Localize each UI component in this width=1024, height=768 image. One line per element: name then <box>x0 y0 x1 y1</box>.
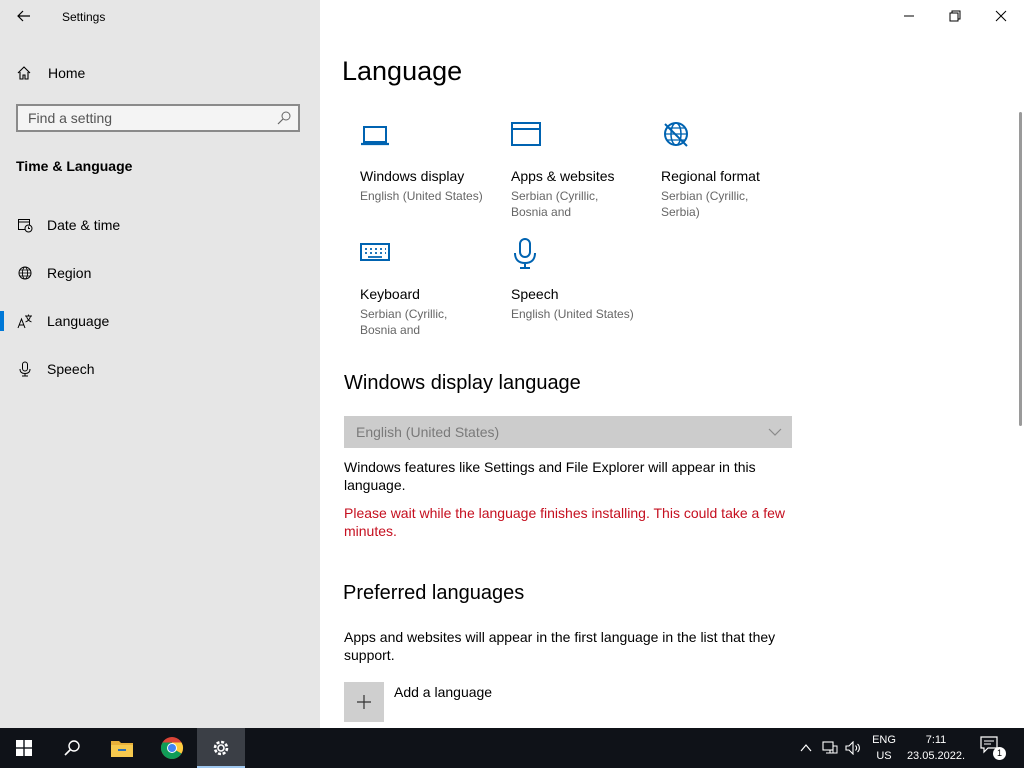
back-button[interactable] <box>12 6 36 26</box>
globe-format-icon <box>664 122 688 147</box>
tile-name: Regional format <box>661 168 760 184</box>
settings-icon <box>213 740 229 756</box>
sidebar-item-label: Speech <box>47 361 95 377</box>
browser-window-icon <box>511 122 541 146</box>
restore-button[interactable] <box>932 0 978 32</box>
network-icon <box>822 741 838 754</box>
display-language-heading: Windows display language <box>344 372 581 394</box>
start-button[interactable] <box>0 728 48 768</box>
input-language-code: ENG <box>872 734 896 746</box>
notification-count-badge: 1 <box>993 747 1006 760</box>
volume-icon <box>845 741 860 755</box>
sidebar-item-region[interactable]: Region <box>0 253 320 293</box>
tile-name: Windows display <box>360 168 465 184</box>
search-icon <box>277 111 291 125</box>
minimize-icon <box>904 15 914 17</box>
tile-name: Keyboard <box>360 286 420 302</box>
display-language-dropdown[interactable]: English (United States) <box>344 416 792 448</box>
display-language-info: Windows features like Settings and File … <box>344 459 756 493</box>
tile-keyboard[interactable]: Keyboard Serbian (Cyrillic, Bosnia and <box>360 238 500 338</box>
tile-apps-websites[interactable]: Apps & websites Serbian (Cyrillic, Bosni… <box>511 120 651 220</box>
start-icon <box>16 740 32 756</box>
close-button[interactable] <box>978 0 1024 32</box>
taskbar-chrome[interactable] <box>148 728 196 768</box>
plus-icon <box>357 695 371 709</box>
chevron-down-icon <box>768 428 782 436</box>
tile-name: Speech <box>511 286 559 302</box>
tile-description: Serbian (Cyrillic, Serbia) <box>661 189 749 219</box>
active-indicator <box>0 311 4 331</box>
dropdown-value: English (United States) <box>356 424 500 440</box>
taskbar: ENG US 7:11 23.05.2022. 1 <box>0 728 1024 768</box>
clock-date: 23.05.2022. <box>906 750 966 762</box>
tile-description: English (United States) <box>511 307 634 321</box>
input-language-region: US <box>876 750 892 762</box>
section-title: Time & Language <box>16 158 133 174</box>
tile-name: Apps & websites <box>511 168 615 184</box>
sidebar: Settings Home Time & Language Date & tim… <box>0 0 320 728</box>
home-nav-item[interactable]: Home <box>16 62 85 84</box>
sidebar-item-date-time[interactable]: Date & time <box>0 205 320 245</box>
add-language-button[interactable] <box>344 682 384 722</box>
clock[interactable]: 7:11 23.05.2022. <box>902 732 970 764</box>
keyboard-icon <box>360 243 390 261</box>
sidebar-item-label: Date & time <box>47 217 121 233</box>
sidebar-item-speech[interactable]: Speech <box>0 349 320 389</box>
arrow-left-icon <box>17 10 30 22</box>
globe-icon <box>16 265 34 281</box>
action-center-button[interactable]: 1 <box>980 736 1006 760</box>
clock-time: 7:11 <box>925 734 947 746</box>
page-title: Language <box>342 56 463 86</box>
network-button[interactable] <box>820 728 840 768</box>
tile-description: English (United States) <box>360 189 483 203</box>
install-warning: Please wait while the language finishes … <box>344 505 785 539</box>
microphone-icon <box>514 238 536 269</box>
tile-speech[interactable]: Speech English (United States) <box>511 238 651 322</box>
input-language-indicator[interactable]: ENG US <box>866 732 902 764</box>
preferred-languages-heading: Preferred languages <box>343 582 525 604</box>
language-icon <box>16 313 34 329</box>
tile-description: Serbian (Cyrillic, Bosnia and <box>360 307 448 337</box>
add-language-label[interactable]: Add a language <box>394 684 492 700</box>
search-box[interactable] <box>16 104 300 132</box>
search-input[interactable] <box>18 106 288 130</box>
file-explorer-icon <box>111 741 133 757</box>
sidebar-item-label: Region <box>47 265 92 281</box>
home-icon <box>17 66 31 80</box>
taskbar-file-explorer[interactable] <box>98 728 146 768</box>
preferred-languages-info: Apps and websites will appear in the fir… <box>344 629 776 663</box>
tile-regional-format[interactable]: Regional format Serbian (Cyrillic, Serbi… <box>661 120 801 220</box>
scrollbar[interactable] <box>1019 112 1022 426</box>
close-icon <box>995 10 1007 22</box>
microphone-icon <box>16 361 34 377</box>
laptop-icon <box>361 126 389 146</box>
search-icon <box>64 740 80 756</box>
taskbar-settings[interactable] <box>197 728 245 768</box>
show-hidden-icons-button[interactable] <box>796 728 816 768</box>
tile-description: Serbian (Cyrillic, Bosnia and <box>511 189 599 219</box>
tile-windows-display[interactable]: Windows display English (United States) <box>360 120 500 204</box>
chevron-up-icon <box>800 744 812 752</box>
calendar-clock-icon <box>16 217 34 233</box>
sidebar-item-language[interactable]: Language <box>0 301 320 341</box>
chrome-icon <box>161 737 183 759</box>
taskbar-search-button[interactable] <box>48 728 96 768</box>
restore-icon <box>949 10 961 22</box>
app-title: Settings <box>62 10 106 24</box>
minimize-button[interactable] <box>886 0 932 32</box>
home-label: Home <box>48 65 86 81</box>
sidebar-item-label: Language <box>47 313 110 329</box>
volume-button[interactable] <box>844 728 864 768</box>
